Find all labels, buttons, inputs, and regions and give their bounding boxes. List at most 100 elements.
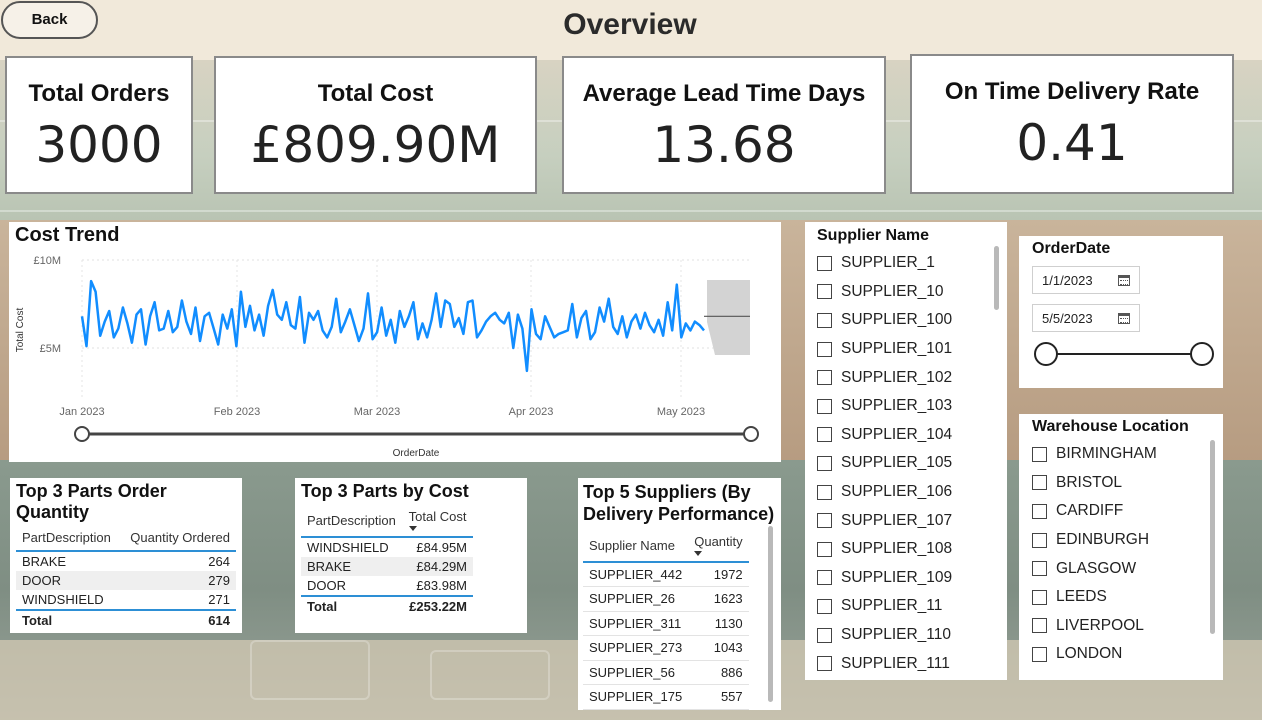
x-tick-label: Feb 2023 xyxy=(214,406,260,418)
range-start-handle[interactable] xyxy=(1034,342,1058,366)
table-title: Top 3 Parts Order Quantity xyxy=(16,481,167,522)
warehouse-location-slicer: Warehouse Location BIRMINGHAM BRISTOL CARD… xyxy=(1019,414,1223,680)
calendar-icon[interactable] xyxy=(1118,312,1130,324)
checkbox[interactable] xyxy=(1032,475,1047,491)
slicer-item[interactable]: SUPPLIER_103 xyxy=(817,392,995,421)
table-row: BRAKE 264 xyxy=(16,551,236,571)
slicer-item[interactable]: SUPPLIER_105 xyxy=(817,449,995,478)
range-end-handle[interactable] xyxy=(743,426,759,442)
slicer-item[interactable]: SUPPLIER_106 xyxy=(817,478,995,507)
table-title: Top 3 Parts by Cost xyxy=(301,481,469,501)
checkbox[interactable] xyxy=(817,284,832,300)
end-date-input[interactable]: 5/5/2023 xyxy=(1032,304,1140,332)
slicer-item[interactable]: SUPPLIER_1 xyxy=(817,249,995,278)
checkbox[interactable] xyxy=(817,370,832,386)
column-header[interactable]: PartDescription xyxy=(16,527,121,552)
table-cell: DOOR xyxy=(307,578,346,593)
slicer-scrollbar[interactable] xyxy=(994,246,999,310)
slicer-item[interactable]: SUPPLIER_111 xyxy=(817,649,995,678)
checkbox[interactable] xyxy=(817,398,832,414)
checkbox[interactable] xyxy=(817,570,832,586)
sort-descending-icon xyxy=(694,551,703,556)
slicer-item[interactable]: SUPPLIER_104 xyxy=(817,421,995,450)
checkbox[interactable] xyxy=(817,427,832,443)
checkbox[interactable] xyxy=(1032,589,1047,605)
kpi-value: £809.90M xyxy=(250,116,501,174)
table-cell: SUPPLIER_273 xyxy=(583,635,689,661)
slicer-scrollbar[interactable] xyxy=(1210,440,1215,634)
table-header-row: Supplier Name Quantity xyxy=(583,531,749,563)
checkbox[interactable] xyxy=(817,541,832,557)
checkbox[interactable] xyxy=(817,513,832,529)
range-start-handle[interactable] xyxy=(74,426,90,442)
slicer-item[interactable]: BRISTOL xyxy=(1032,469,1210,498)
slicer-item[interactable]: SUPPLIER_11 xyxy=(817,592,995,621)
x-tick-label: Mar 2023 xyxy=(354,406,400,418)
table-cell: BRAKE xyxy=(301,557,403,576)
x-tick-label: May 2023 xyxy=(657,406,705,418)
column-header-label: Quantity xyxy=(694,534,743,549)
checkbox[interactable] xyxy=(1032,646,1047,662)
date-range-track xyxy=(1045,353,1201,355)
checkbox[interactable] xyxy=(1032,618,1047,634)
slicer-item-label: SUPPLIER_104 xyxy=(841,425,953,443)
kpi-value: 3000 xyxy=(35,116,163,174)
table-scrollbar[interactable] xyxy=(768,526,773,702)
checkbox[interactable] xyxy=(817,312,832,328)
table-cell: WINDSHIELD xyxy=(22,592,104,607)
column-header[interactable]: Quantity xyxy=(688,531,749,563)
slicer-item[interactable]: EDINBURGH xyxy=(1032,526,1210,555)
kpi-card-average-lead-time: Average Lead Time Days 13.68 xyxy=(562,56,886,194)
table-cell: SUPPLIER_175 xyxy=(583,684,689,710)
slicer-item-label: SUPPLIER_101 xyxy=(841,340,953,358)
top-parts-quantity-table: Top 3 Parts Order Quantity PartDescripti… xyxy=(10,478,242,633)
checkbox[interactable] xyxy=(817,455,832,471)
table-row: SUPPLIER_273 1043 xyxy=(583,635,749,661)
slicer-item-label: SUPPLIER_103 xyxy=(841,397,953,415)
slicer-item[interactable]: LONDON xyxy=(1032,640,1210,669)
slicer-item[interactable]: SUPPLIER_10 xyxy=(817,278,995,307)
checkbox[interactable] xyxy=(1032,561,1047,577)
slicer-item[interactable]: GLASGOW xyxy=(1032,554,1210,583)
slicer-item[interactable]: CARDIFF xyxy=(1032,497,1210,526)
slicer-item[interactable]: BIRMINGHAM xyxy=(1032,440,1210,469)
x-tick-label: Jan 2023 xyxy=(59,406,104,418)
table-cell: 886 xyxy=(688,660,749,685)
kpi-value: 13.68 xyxy=(652,116,796,174)
back-button[interactable]: Back xyxy=(1,1,98,39)
slicer-item[interactable]: SUPPLIER_108 xyxy=(817,535,995,564)
kpi-card-total-orders: Total Orders 3000 xyxy=(5,56,193,194)
slicer-item[interactable]: SUPPLIER_109 xyxy=(817,564,995,593)
calendar-icon[interactable] xyxy=(1118,274,1130,286)
slicer-item[interactable]: SUPPLIER_107 xyxy=(817,506,995,535)
checkbox[interactable] xyxy=(817,598,832,614)
table-cell: 1972 xyxy=(688,562,749,587)
checkbox[interactable] xyxy=(1032,503,1047,519)
slicer-item[interactable]: LIVERPOOL xyxy=(1032,612,1210,641)
checkbox[interactable] xyxy=(817,255,832,271)
slicer-item[interactable]: SUPPLIER_100 xyxy=(817,306,995,335)
checkbox[interactable] xyxy=(817,627,832,643)
slicer-item-label: SUPPLIER_109 xyxy=(841,568,953,586)
table: PartDescription Quantity Ordered BRAKE 2… xyxy=(16,527,236,630)
column-header[interactable]: Total Cost xyxy=(402,506,473,538)
slicer-list: SUPPLIER_1 SUPPLIER_10 SUPPLIER_100 SUPPLIE… xyxy=(817,249,995,678)
column-header[interactable]: PartDescription xyxy=(301,506,403,538)
table-cell: Total xyxy=(16,609,121,630)
checkbox[interactable] xyxy=(1032,446,1047,462)
range-end-handle[interactable] xyxy=(1190,342,1214,366)
slicer-item[interactable]: SUPPLIER_101 xyxy=(817,335,995,364)
column-header[interactable]: Supplier Name xyxy=(583,531,689,563)
slicer-item[interactable]: SUPPLIER_102 xyxy=(817,363,995,392)
checkbox[interactable] xyxy=(817,341,832,357)
checkbox[interactable] xyxy=(817,484,832,500)
table-cell: 1043 xyxy=(688,635,749,661)
slicer-item[interactable]: SUPPLIER_110 xyxy=(817,621,995,650)
slicer-item-label: SUPPLIER_11 xyxy=(841,597,943,615)
slicer-item[interactable]: LEEDS xyxy=(1032,583,1210,612)
checkbox[interactable] xyxy=(1032,532,1047,548)
start-date-input[interactable]: 1/1/2023 xyxy=(1032,266,1140,294)
slicer-item-label: SUPPLIER_10 xyxy=(841,282,944,300)
column-header[interactable]: Quantity Ordered xyxy=(120,527,236,552)
checkbox[interactable] xyxy=(817,656,832,672)
